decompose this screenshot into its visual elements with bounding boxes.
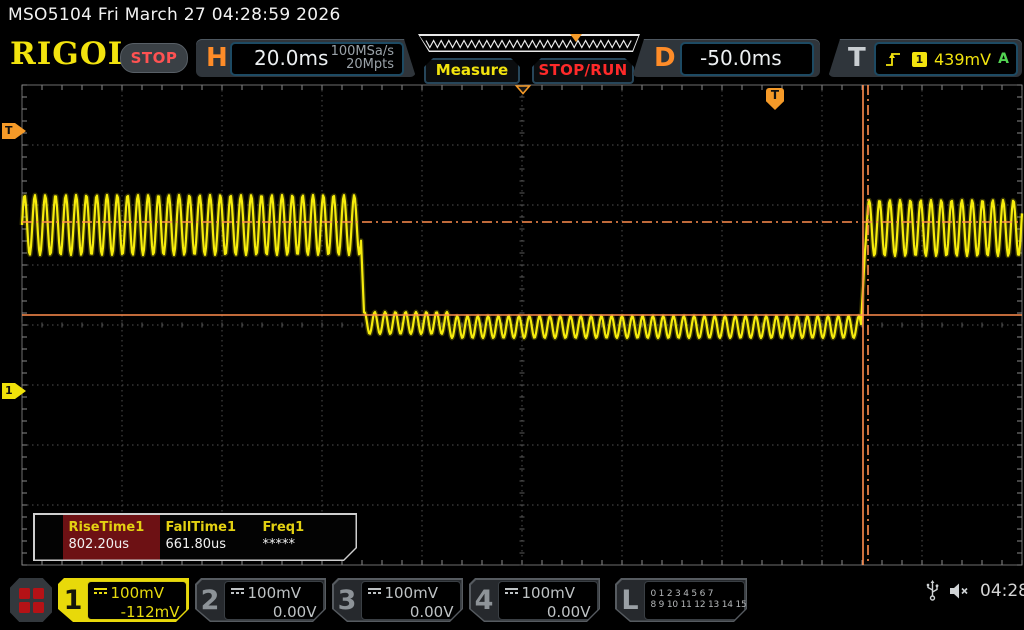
measurement-value: 802.20us [69,537,160,552]
dc-coupling-icon [368,588,381,598]
horizontal-readout: 20.0ms 100MSa/s 20Mpts [230,42,404,76]
horizontal-label: H [206,43,228,73]
channel-body: 1100mV-112mV [60,580,188,621]
measurement-label: FallTime1 [166,520,257,535]
oscilloscope-screen: T 1 T RiseTime1802.20usFallTime1661.80us… [0,0,1024,630]
speaker-muted-icon [948,582,972,600]
bottom-bar: 1100mV-112mV2100mV0.00V3100mV0.00V4100mV… [0,572,1024,630]
rigol-logo: RIGOL [10,36,131,72]
channel-scale: 100mV [111,584,165,602]
channel-scale: 100mV [248,584,302,602]
channel-body: 2100mV0.00V [197,580,325,621]
channel-scale: 100mV [522,584,576,602]
menu-button[interactable] [10,578,52,622]
channel-box-2[interactable]: 2100mV0.00V [195,578,326,622]
trigger-source-badge: 1 [912,52,927,67]
memory-depth: 20Mpts [331,58,394,71]
measurement-label: RiseTime1 [69,520,160,535]
horizontal-settings-button[interactable]: H 20.0ms 100MSa/s 20Mpts [196,39,416,77]
logic-row-1: 0 1 2 3 4 5 6 7 [651,589,738,600]
logic-inset: 0 1 2 3 4 5 6 7 8 9 10 11 12 13 14 15 [644,581,745,620]
channel-box-3[interactable]: 3100mV0.00V [332,578,463,622]
logic-row-2: 8 9 10 11 12 13 14 15 [651,600,738,611]
channel-offset: -112mV [94,603,180,621]
trigger-level-value: 439mV [934,50,991,69]
model-and-datetime: MSO5104 Fri March 27 04:28:59 2026 [8,5,341,25]
channel-number: 1 [60,580,87,621]
waveform-overview-bar[interactable] [418,34,640,52]
measurement-value: ***** [263,537,354,552]
delay-value: -50.0ms [700,46,782,70]
stop-run-button[interactable]: STOP/RUN [532,58,634,84]
status-icons: 04:28 [925,580,1024,602]
dc-coupling-icon [505,588,518,598]
measure-button[interactable]: Measure [424,58,520,84]
measurement-item-RiseTime1[interactable]: RiseTime1 802.20us [63,515,160,560]
logic-label: L [617,580,644,621]
channel-box-1[interactable]: 1100mV-112mV [58,578,189,622]
channel-scale: 100mV [385,584,439,602]
toolbar-center: Measure STOP/RUN [418,34,640,80]
trigger-slope-icon [884,49,904,69]
delay-label: D [654,43,676,73]
delay-settings-button[interactable]: D -50.0ms [632,39,820,77]
channel-offset: 0.00V [368,603,454,621]
channel-readout: 100mV0.00V [224,581,324,620]
screen-center-marker-icon[interactable] [515,85,531,95]
trigger-label: T [848,43,866,73]
channel-readout: 100mV-112mV [87,581,187,620]
overview-zigzag-icon [420,36,639,51]
overview-position-marker-icon[interactable] [570,34,582,42]
channel-number: 4 [471,580,498,621]
delay-readout: -50.0ms [680,42,814,76]
waveform-overview-body [420,36,639,51]
trigger-readout: 1 439mV A [874,42,1018,76]
channel-number: 3 [334,580,361,621]
logic-channels-box[interactable]: L 0 1 2 3 4 5 6 7 8 9 10 11 12 13 14 15 [615,578,747,622]
trigger-settings-button[interactable]: T 1 439mV A [828,39,1022,77]
run-state-badge: STOP [120,43,188,73]
grid-squares-icon [19,588,43,612]
title-bar: MSO5104 Fri March 27 04:28:59 2026 [0,0,1024,32]
channel-readout: 100mV0.00V [498,581,598,620]
clock: 04:28 [980,581,1024,601]
toolbar: RIGOL STOP H 20.0ms 100MSa/s 20Mpts Meas… [0,32,1024,80]
trigger-mode: A [998,51,1009,67]
measurement-item-FallTime1[interactable]: FallTime1 661.80us [160,515,257,560]
usb-icon [925,580,940,602]
dc-coupling-icon [94,588,107,598]
measurement-panel[interactable]: RiseTime1 802.20us FallTime1 661.80us Freq1 *… [33,513,357,561]
channel-bar: 1100mV-112mV2100mV0.00V3100mV0.00V4100mV… [58,578,600,622]
measurement-item-Freq1[interactable]: Freq1 ***** [257,515,354,560]
measurement-label: Freq1 [263,520,354,535]
measurement-value: 661.80us [166,537,257,552]
acquisition-info: 100MSa/s 20Mpts [331,45,394,71]
channel-offset: 0.00V [505,603,591,621]
channel-box-4[interactable]: 4100mV0.00V [469,578,600,622]
measurement-panel-body: RiseTime1 802.20us FallTime1 661.80us Freq1 *… [35,515,356,560]
channel-readout: 100mV0.00V [361,581,461,620]
channel-number: 2 [197,580,224,621]
dc-coupling-icon [231,588,244,598]
channel-body: 3100mV0.00V [334,580,462,621]
logic-channels-body: L 0 1 2 3 4 5 6 7 8 9 10 11 12 13 14 15 [617,580,746,621]
channel-body: 4100mV0.00V [471,580,599,621]
channel-offset: 0.00V [231,603,317,621]
timebase-value: 20.0ms [254,46,328,70]
